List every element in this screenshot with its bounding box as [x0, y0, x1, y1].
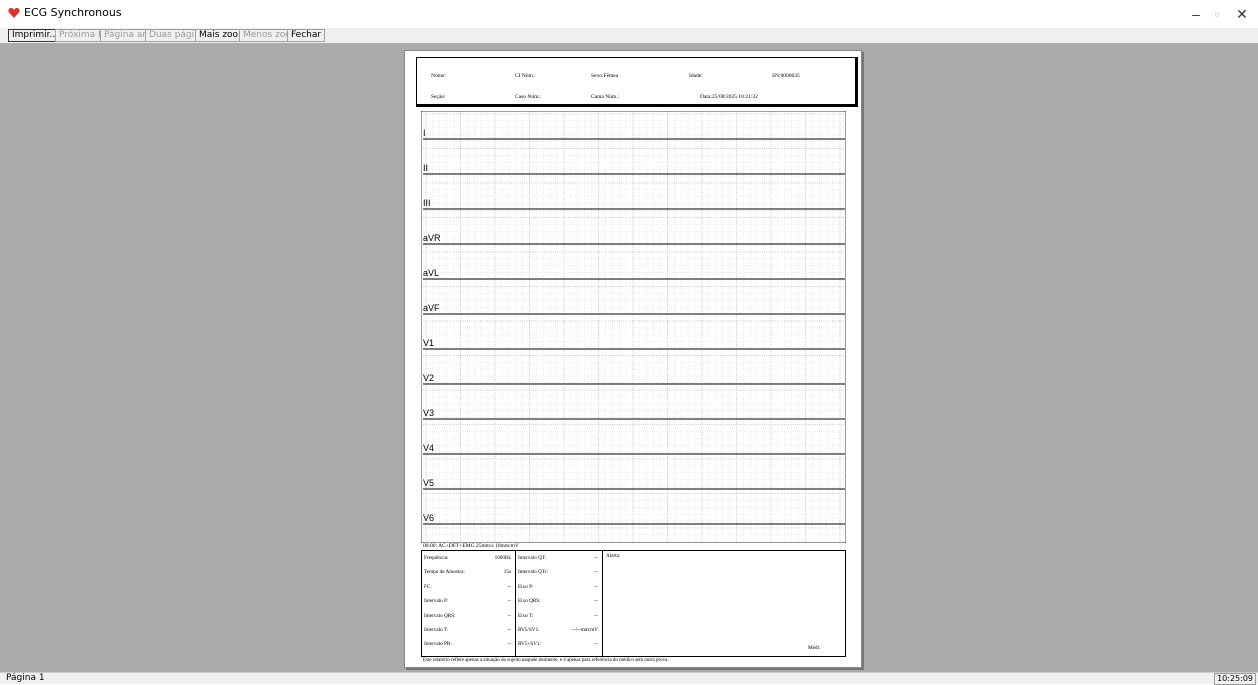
alert-label: Alerta: [606, 553, 621, 559]
age-label: Idade: [689, 73, 703, 79]
heart-icon [8, 7, 20, 18]
measure-value: -- [507, 598, 511, 605]
measure-value: --/--mm/mV [572, 627, 598, 633]
serial-number: SN:0000635 [772, 73, 800, 79]
lead-label-V2: V2 [423, 373, 434, 383]
title-bar: ECG Synchronous – ▫ ✕ [0, 0, 1258, 28]
measure-label: Intervalo QT: [518, 555, 547, 561]
lead-label-aVL: aVL [423, 268, 439, 278]
patient-header: Nome: CI Núm.: Sexo:Fêmea Idade: SN:0000… [416, 57, 858, 107]
measure-label: RV5/SV1: [518, 627, 540, 633]
measure-value: -- [594, 641, 598, 648]
report-page: Nome: CI Núm.: Sexo:Fêmea Idade: SN:0000… [404, 50, 862, 668]
measure-value: -- [594, 555, 598, 561]
measure-label: FC: [424, 583, 432, 590]
page-indicator: Página 1 [6, 673, 45, 683]
measure-label: Eixo P: [518, 583, 534, 590]
measure-value: -- [507, 627, 511, 633]
measure-label: Intervalo T: [424, 627, 449, 633]
ecg-grid: IIIIIIaVRaVLaVFV1V2V3V4V5V6 [421, 111, 846, 543]
measure-value: -- [507, 641, 511, 648]
measure-label: Eixo T: [518, 612, 534, 619]
section-label: Seção: [431, 94, 446, 100]
measure-label: Intervalo P: [424, 598, 449, 605]
measure-label: Eixo QRS: [518, 598, 541, 605]
id-label: CI Núm.: [515, 73, 536, 79]
bed-label: Cama Núm.: [591, 94, 620, 100]
status-bar: Página 1 10:25:09 [0, 672, 1258, 685]
lead-label-V4: V4 [423, 443, 434, 453]
measurements-panel: Frequência: 1000Hz Tempo de Amostra: 15s FC:… [421, 550, 846, 657]
measure-label: Intervalo QTc: [518, 569, 549, 576]
lead-label-V5: V5 [423, 478, 434, 488]
lead-label-aVF: aVF [423, 303, 440, 313]
measure-label: Tempo de Amostra: [424, 569, 465, 576]
measure-value: -- [594, 598, 598, 605]
measure-value: -- [594, 612, 598, 619]
measure-value: -- [507, 612, 511, 619]
lead-label-aVR: aVR [423, 233, 441, 243]
window-title: ECG Synchronous [24, 6, 122, 19]
lead-label-III: III [423, 198, 431, 208]
measure-label: Intervalo QRS: [424, 612, 456, 619]
ecg-settings: 00:00: AC+DFT+EMG 25mm/s 10mm/mV [423, 543, 519, 549]
measure-value: 1000Hz [494, 555, 511, 561]
clock: 10:25:09 [1214, 673, 1256, 685]
close-window-button[interactable]: ✕ [1228, 4, 1256, 24]
lead-label-I: I [423, 128, 426, 138]
name-label: Nome: [431, 73, 446, 79]
sex-label: Sexo:Fêmea [591, 73, 619, 79]
date-label: Data:25/08/2025 10:21:32 [700, 94, 758, 100]
doctor-label: Médi: [808, 645, 821, 651]
preview-toolbar: Imprimir... Próxima Págin Página ant. Du… [0, 28, 1258, 43]
footer-note: Este relatório reflete apenas a situação… [423, 658, 669, 663]
measure-label: RV5+SV1: [518, 641, 541, 648]
measure-value: 15s [503, 569, 511, 576]
maximize-button[interactable]: ▫ [1203, 4, 1231, 24]
print-button[interactable]: Imprimir... [8, 29, 63, 42]
measure-value: -- [594, 569, 598, 576]
close-preview-button[interactable]: Fechar [287, 29, 326, 42]
lead-label-V3: V3 [423, 408, 434, 418]
measure-label: Frequência: [424, 555, 449, 561]
measure-label: Intervalo PR: [424, 641, 452, 648]
measure-value: -- [594, 583, 598, 590]
measure-value: -- [507, 583, 511, 590]
case-label: Caso Núm.: [515, 94, 542, 100]
lead-label-II: II [423, 163, 428, 173]
lead-label-V6: V6 [423, 513, 434, 523]
lead-label-V1: V1 [423, 338, 434, 348]
